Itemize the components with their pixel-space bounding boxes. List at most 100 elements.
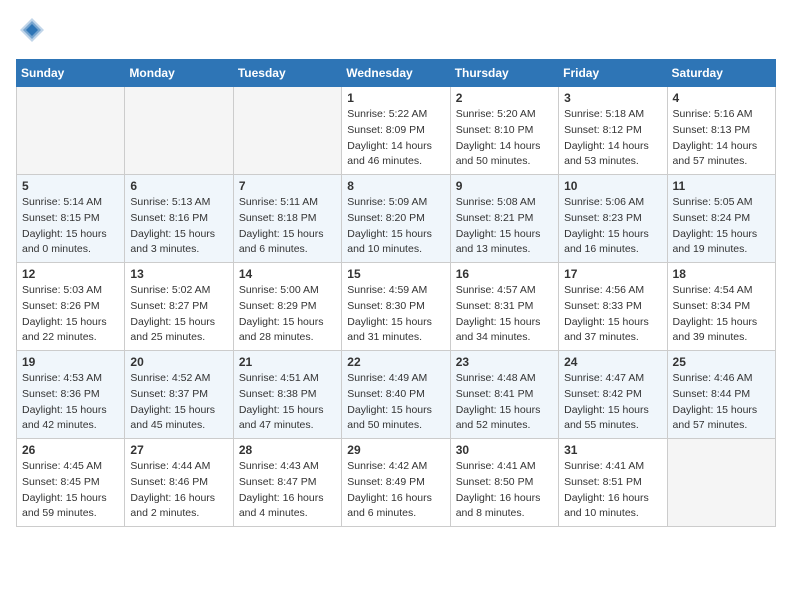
day-number: 29 [347,443,444,457]
calendar-cell: 12 Sunrise: 5:03 AM Sunset: 8:26 PM Dayl… [17,263,125,351]
daylight-label: Daylight: 15 hours and 47 minutes. [239,404,324,432]
day-number: 26 [22,443,119,457]
daylight-label: Daylight: 16 hours and 6 minutes. [347,492,432,520]
sunrise-label: Sunrise: 4:41 AM [564,460,644,472]
sunrise-label: Sunrise: 5:03 AM [22,284,102,296]
logo-icon [18,16,46,44]
daylight-label: Daylight: 15 hours and 28 minutes. [239,316,324,344]
day-info: Sunrise: 5:22 AM Sunset: 8:09 PM Dayligh… [347,107,444,170]
day-number: 17 [564,267,661,281]
daylight-label: Daylight: 15 hours and 6 minutes. [239,228,324,256]
calendar-cell: 31 Sunrise: 4:41 AM Sunset: 8:51 PM Dayl… [559,439,667,527]
calendar-cell: 1 Sunrise: 5:22 AM Sunset: 8:09 PM Dayli… [342,87,450,175]
sunrise-label: Sunrise: 4:53 AM [22,372,102,384]
sunrise-label: Sunrise: 4:48 AM [456,372,536,384]
daylight-label: Daylight: 15 hours and 50 minutes. [347,404,432,432]
sunset-label: Sunset: 8:37 PM [130,388,208,400]
daylight-label: Daylight: 16 hours and 8 minutes. [456,492,541,520]
daylight-label: Daylight: 15 hours and 59 minutes. [22,492,107,520]
sunset-label: Sunset: 8:40 PM [347,388,425,400]
sunset-label: Sunset: 8:49 PM [347,476,425,488]
day-number: 4 [673,91,770,105]
day-info: Sunrise: 4:45 AM Sunset: 8:45 PM Dayligh… [22,459,119,522]
sunset-label: Sunset: 8:47 PM [239,476,317,488]
sunset-label: Sunset: 8:50 PM [456,476,534,488]
sunset-label: Sunset: 8:51 PM [564,476,642,488]
calendar-cell: 17 Sunrise: 4:56 AM Sunset: 8:33 PM Dayl… [559,263,667,351]
weekday-header-saturday: Saturday [667,60,775,87]
daylight-label: Daylight: 16 hours and 4 minutes. [239,492,324,520]
day-number: 2 [456,91,553,105]
day-info: Sunrise: 5:20 AM Sunset: 8:10 PM Dayligh… [456,107,553,170]
sunrise-label: Sunrise: 5:18 AM [564,108,644,120]
calendar-cell: 7 Sunrise: 5:11 AM Sunset: 8:18 PM Dayli… [233,175,341,263]
weekday-header-monday: Monday [125,60,233,87]
daylight-label: Daylight: 16 hours and 2 minutes. [130,492,215,520]
day-info: Sunrise: 4:48 AM Sunset: 8:41 PM Dayligh… [456,371,553,434]
calendar-cell: 19 Sunrise: 4:53 AM Sunset: 8:36 PM Dayl… [17,351,125,439]
daylight-label: Daylight: 15 hours and 52 minutes. [456,404,541,432]
page-header [16,16,776,49]
day-info: Sunrise: 5:06 AM Sunset: 8:23 PM Dayligh… [564,195,661,258]
day-number: 9 [456,179,553,193]
day-info: Sunrise: 4:43 AM Sunset: 8:47 PM Dayligh… [239,459,336,522]
calendar-cell: 15 Sunrise: 4:59 AM Sunset: 8:30 PM Dayl… [342,263,450,351]
weekday-header-row: SundayMondayTuesdayWednesdayThursdayFrid… [17,60,776,87]
sunrise-label: Sunrise: 4:47 AM [564,372,644,384]
sunset-label: Sunset: 8:45 PM [22,476,100,488]
day-info: Sunrise: 4:41 AM Sunset: 8:51 PM Dayligh… [564,459,661,522]
day-number: 23 [456,355,553,369]
day-number: 22 [347,355,444,369]
daylight-label: Daylight: 15 hours and 22 minutes. [22,316,107,344]
calendar-table: SundayMondayTuesdayWednesdayThursdayFrid… [16,59,776,527]
daylight-label: Daylight: 15 hours and 31 minutes. [347,316,432,344]
day-number: 3 [564,91,661,105]
calendar-cell [667,439,775,527]
calendar-week-2: 5 Sunrise: 5:14 AM Sunset: 8:15 PM Dayli… [17,175,776,263]
day-info: Sunrise: 4:47 AM Sunset: 8:42 PM Dayligh… [564,371,661,434]
sunset-label: Sunset: 8:30 PM [347,300,425,312]
calendar-cell: 18 Sunrise: 4:54 AM Sunset: 8:34 PM Dayl… [667,263,775,351]
sunset-label: Sunset: 8:27 PM [130,300,208,312]
weekday-header-tuesday: Tuesday [233,60,341,87]
day-number: 10 [564,179,661,193]
calendar-cell: 11 Sunrise: 5:05 AM Sunset: 8:24 PM Dayl… [667,175,775,263]
sunset-label: Sunset: 8:41 PM [456,388,534,400]
calendar-cell: 6 Sunrise: 5:13 AM Sunset: 8:16 PM Dayli… [125,175,233,263]
calendar-cell: 28 Sunrise: 4:43 AM Sunset: 8:47 PM Dayl… [233,439,341,527]
sunrise-label: Sunrise: 5:05 AM [673,196,753,208]
sunset-label: Sunset: 8:10 PM [456,124,534,136]
daylight-label: Daylight: 14 hours and 50 minutes. [456,140,541,168]
daylight-label: Daylight: 15 hours and 10 minutes. [347,228,432,256]
daylight-label: Daylight: 14 hours and 57 minutes. [673,140,758,168]
day-info: Sunrise: 4:59 AM Sunset: 8:30 PM Dayligh… [347,283,444,346]
sunrise-label: Sunrise: 4:52 AM [130,372,210,384]
calendar-cell: 27 Sunrise: 4:44 AM Sunset: 8:46 PM Dayl… [125,439,233,527]
calendar-cell: 20 Sunrise: 4:52 AM Sunset: 8:37 PM Dayl… [125,351,233,439]
day-info: Sunrise: 5:00 AM Sunset: 8:29 PM Dayligh… [239,283,336,346]
daylight-label: Daylight: 15 hours and 0 minutes. [22,228,107,256]
calendar-cell: 21 Sunrise: 4:51 AM Sunset: 8:38 PM Dayl… [233,351,341,439]
calendar-cell: 9 Sunrise: 5:08 AM Sunset: 8:21 PM Dayli… [450,175,558,263]
daylight-label: Daylight: 15 hours and 37 minutes. [564,316,649,344]
day-number: 14 [239,267,336,281]
day-info: Sunrise: 4:54 AM Sunset: 8:34 PM Dayligh… [673,283,770,346]
calendar-cell: 5 Sunrise: 5:14 AM Sunset: 8:15 PM Dayli… [17,175,125,263]
day-number: 15 [347,267,444,281]
day-info: Sunrise: 5:14 AM Sunset: 8:15 PM Dayligh… [22,195,119,258]
daylight-label: Daylight: 15 hours and 45 minutes. [130,404,215,432]
calendar-cell: 13 Sunrise: 5:02 AM Sunset: 8:27 PM Dayl… [125,263,233,351]
calendar-cell: 16 Sunrise: 4:57 AM Sunset: 8:31 PM Dayl… [450,263,558,351]
daylight-label: Daylight: 14 hours and 46 minutes. [347,140,432,168]
sunrise-label: Sunrise: 5:09 AM [347,196,427,208]
day-number: 19 [22,355,119,369]
logo-text [16,16,46,49]
daylight-label: Daylight: 15 hours and 34 minutes. [456,316,541,344]
daylight-label: Daylight: 15 hours and 16 minutes. [564,228,649,256]
day-number: 20 [130,355,227,369]
calendar-cell: 29 Sunrise: 4:42 AM Sunset: 8:49 PM Dayl… [342,439,450,527]
sunset-label: Sunset: 8:33 PM [564,300,642,312]
calendar-cell: 24 Sunrise: 4:47 AM Sunset: 8:42 PM Dayl… [559,351,667,439]
sunset-label: Sunset: 8:24 PM [673,212,751,224]
daylight-label: Daylight: 15 hours and 19 minutes. [673,228,758,256]
